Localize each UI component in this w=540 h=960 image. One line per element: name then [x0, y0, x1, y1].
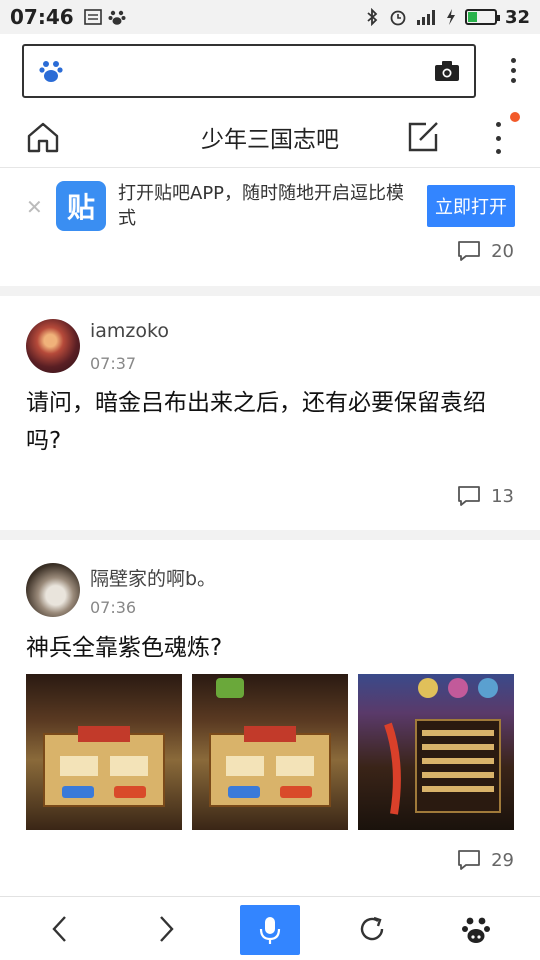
voice-search-button[interactable]: [240, 905, 300, 955]
address-bar[interactable]: [22, 44, 476, 98]
divider: [0, 286, 540, 296]
chevron-left-icon: [52, 916, 66, 942]
post-username[interactable]: 隔壁家的啊b。: [90, 564, 216, 591]
forward-button[interactable]: [144, 907, 188, 951]
battery-percent: 32: [504, 6, 530, 28]
post-image[interactable]: [26, 674, 182, 830]
baidu-logo-icon: [39, 61, 63, 82]
comment-count-value: 20: [491, 240, 514, 262]
app-promo-banner: ✕ 贴 打开贴吧APP，随时随地开启逗比模式 立即打开: [0, 169, 540, 243]
status-bar: 07:46 32: [0, 0, 540, 34]
comment-count-value: 13: [491, 485, 514, 507]
notification-dot: [510, 112, 520, 122]
post-image[interactable]: [192, 674, 348, 830]
bluetooth-icon: [367, 8, 378, 26]
close-icon[interactable]: ✕: [26, 197, 43, 217]
forum-title: 少年三国志吧: [201, 126, 339, 153]
home-icon[interactable]: [26, 120, 60, 154]
comment-count[interactable]: 29: [457, 849, 514, 871]
bottom-toolbar: [0, 896, 540, 960]
baidu-home-button[interactable]: [454, 907, 498, 951]
divider: [0, 530, 540, 540]
avatar[interactable]: [26, 563, 80, 617]
browser-menu-icon[interactable]: [511, 58, 516, 83]
comment-icon: [458, 850, 480, 870]
comment-icon: [458, 486, 480, 506]
open-app-button[interactable]: 立即打开: [427, 185, 515, 227]
post-time: 07:37: [90, 354, 137, 373]
browser-toolbar: [0, 34, 540, 106]
forum-header: 少年三国志吧: [0, 106, 540, 168]
news-icon: [83, 9, 102, 25]
comment-count-value: 29: [491, 849, 514, 871]
camera-icon[interactable]: [434, 60, 460, 82]
refresh-icon: [360, 916, 384, 941]
comment-count[interactable]: 13: [457, 485, 514, 507]
back-button[interactable]: [38, 907, 82, 951]
banner-message: 打开贴吧APP，随时随地开启逗比模式: [118, 183, 405, 229]
post-image[interactable]: [358, 674, 514, 830]
post-time: 07:36: [90, 598, 137, 617]
refresh-button[interactable]: [350, 907, 394, 951]
post-text: 请问，暗金吕布出来之后，还有必要保留袁绍吗?: [26, 390, 486, 454]
comment-icon: [458, 241, 480, 261]
chevron-right-icon: [160, 916, 174, 942]
microphone-icon: [259, 917, 281, 944]
post-text: 神兵全靠紫色魂炼?: [26, 635, 223, 661]
baidu-paw-icon: [108, 10, 126, 25]
alarm-icon: [390, 10, 406, 26]
game-screenshot-image: [209, 678, 331, 807]
tieba-app-logo: 贴: [56, 181, 106, 231]
comment-count[interactable]: 20: [457, 240, 514, 262]
more-options-icon[interactable]: [488, 120, 508, 156]
status-time: 07:46: [10, 5, 74, 29]
avatar[interactable]: [26, 319, 80, 373]
battery-icon: [464, 9, 500, 25]
game-screenshot-image: [43, 726, 165, 807]
signal-icon: [416, 10, 435, 25]
charging-icon: [446, 9, 455, 25]
game-screenshot-image: [384, 678, 501, 815]
compose-icon[interactable]: [406, 120, 440, 154]
baidu-paw-icon: [462, 917, 490, 943]
post-username[interactable]: iamzoko: [90, 320, 169, 342]
